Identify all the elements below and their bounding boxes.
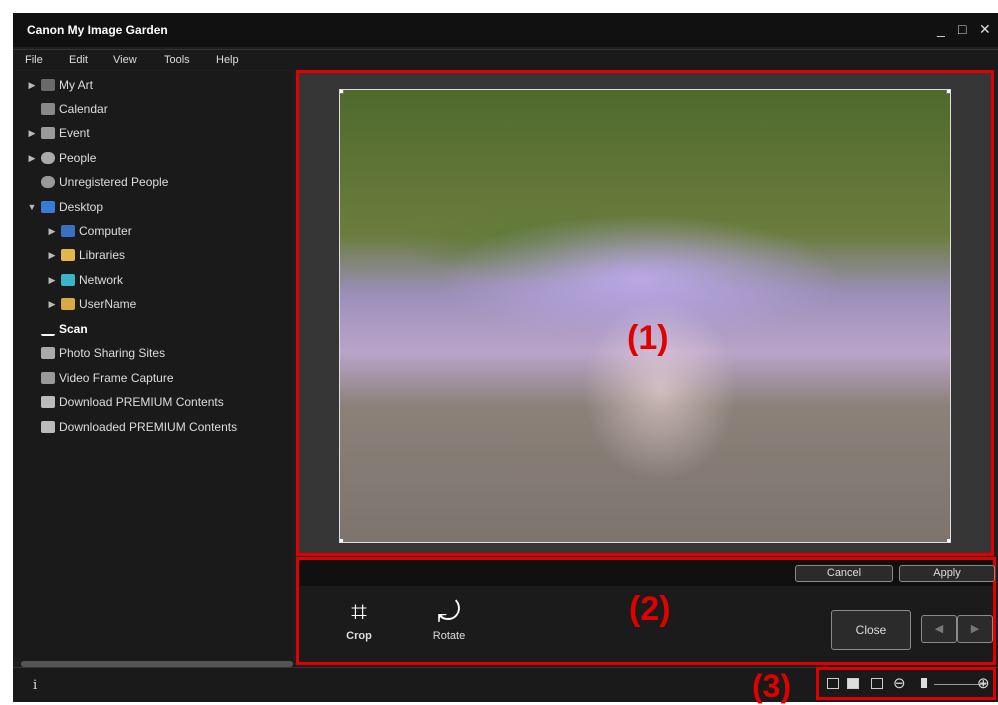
tree-label: Downloaded PREMIUM Contents <box>59 420 238 434</box>
edit-panel: Cancel Apply ⌗ Crop ⤾ Rotate (2) Close ◀… <box>296 557 996 665</box>
crop-icon: ⌗ <box>351 596 367 627</box>
tree-item-libraries[interactable]: ▶ Libraries <box>47 245 126 265</box>
crop-label: Crop <box>346 630 372 642</box>
people-icon <box>41 152 55 164</box>
callout-2: (2) <box>629 590 671 628</box>
rotate-label: Rotate <box>432 630 466 642</box>
tree-label: Photo Sharing Sites <box>59 346 166 360</box>
tree-item-computer[interactable]: ▶ Computer <box>47 221 132 241</box>
rotate-icon: ⤾ <box>437 596 461 627</box>
tree-label: My Art <box>59 78 94 92</box>
menu-bar: File Edit View Tools Help <box>13 49 998 70</box>
tree-label: Scan <box>59 322 88 336</box>
crop-handle-bottom-left[interactable] <box>340 538 344 542</box>
tree-item-downloaded-premium[interactable]: Downloaded PREMIUM Contents <box>41 417 237 437</box>
scan-icon <box>41 322 55 336</box>
expand-arrow-icon[interactable]: ▶ <box>47 299 57 310</box>
tree-item-video-frame[interactable]: Video Frame Capture <box>41 368 174 388</box>
computer-icon <box>61 225 75 237</box>
minimize-button[interactable]: _ <box>937 21 945 37</box>
cancel-button[interactable]: Cancel <box>795 565 893 582</box>
rotate-tool[interactable]: ⤾ Rotate <box>419 594 479 642</box>
unregistered-people-icon <box>41 176 55 188</box>
user-folder-icon <box>61 298 75 310</box>
tree-label: Calendar <box>59 102 108 116</box>
collapse-arrow-icon[interactable]: ▼ <box>27 202 37 212</box>
zoom-in-icon[interactable]: ⊕ <box>977 674 990 692</box>
tree-label: Unregistered People <box>59 175 169 189</box>
network-icon <box>61 274 75 286</box>
tree-item-people[interactable]: ▶ People <box>27 148 97 168</box>
tree-label: UserName <box>79 297 137 311</box>
next-image-button[interactable]: ▶ <box>957 615 993 643</box>
menu-tools[interactable]: Tools <box>164 54 190 66</box>
expand-arrow-icon[interactable]: ▶ <box>47 250 57 261</box>
crop-handle-top-left[interactable] <box>340 90 344 94</box>
tree-label: People <box>59 151 97 165</box>
zoom-controls: ⊖ ⊕ <box>816 667 996 700</box>
tree-item-network[interactable]: ▶ Network <box>47 270 123 290</box>
calendar-icon <box>41 103 55 115</box>
apply-button[interactable]: Apply <box>899 565 995 582</box>
libraries-icon <box>61 249 75 261</box>
tree-item-unregistered-people[interactable]: Unregistered People <box>41 172 168 192</box>
list-view-icon[interactable] <box>827 678 839 689</box>
tree-item-photo-sharing[interactable]: Photo Sharing Sites <box>41 343 165 363</box>
zoom-out-icon[interactable]: ⊖ <box>893 674 906 692</box>
tree-label: Libraries <box>79 248 126 262</box>
downloaded-premium-icon <box>41 421 55 433</box>
info-icon[interactable]: i <box>33 678 37 693</box>
expand-arrow-icon[interactable]: ▶ <box>27 153 37 164</box>
expand-arrow-icon[interactable]: ▶ <box>27 128 37 139</box>
my-art-icon <box>41 79 55 91</box>
prev-image-button[interactable]: ◀ <box>921 615 957 643</box>
tree-label: Computer <box>79 224 132 238</box>
tree-label: Download PREMIUM Contents <box>59 395 224 409</box>
event-icon <box>41 127 55 139</box>
navigation-tree: ▶ My Art Calendar ▶ Event ▶ People Unreg… <box>13 71 293 661</box>
menu-view[interactable]: View <box>113 54 137 66</box>
full-screen-icon[interactable] <box>871 678 883 689</box>
crop-handle-top-right[interactable] <box>946 90 950 94</box>
window-title: Canon My Image Garden <box>27 23 168 37</box>
tree-item-calendar[interactable]: Calendar <box>41 99 108 119</box>
menu-edit[interactable]: Edit <box>69 54 88 66</box>
tree-item-desktop[interactable]: ▼ Desktop <box>27 197 104 217</box>
video-frame-icon <box>41 372 55 384</box>
title-bar: Canon My Image Garden _ □ ✕ <box>13 13 998 47</box>
tree-label: Event <box>59 126 90 140</box>
expand-arrow-icon[interactable]: ▶ <box>27 80 37 91</box>
callout-3: (3) <box>752 668 792 704</box>
tree-item-event[interactable]: ▶ Event <box>27 123 90 143</box>
edit-panel-header: Cancel Apply <box>299 560 995 586</box>
menu-help[interactable]: Help <box>216 54 239 66</box>
crop-handle-bottom-right[interactable] <box>946 538 950 542</box>
tree-item-username[interactable]: ▶ UserName <box>47 294 137 314</box>
close-button[interactable]: Close <box>831 610 911 650</box>
crop-tool[interactable]: ⌗ Crop <box>329 594 389 642</box>
image-preview-area: (1) <box>296 70 994 556</box>
callout-1: (1) <box>627 319 669 357</box>
expand-arrow-icon[interactable]: ▶ <box>47 226 57 237</box>
photo-sharing-icon <box>41 347 55 359</box>
menu-file[interactable]: File <box>25 54 43 66</box>
details-view-icon[interactable] <box>847 678 859 689</box>
tree-item-scan[interactable]: Scan <box>41 319 88 339</box>
close-window-button[interactable]: ✕ <box>979 21 991 38</box>
tree-label: Video Frame Capture <box>59 371 174 385</box>
tree-item-download-premium[interactable]: Download PREMIUM Contents <box>41 392 224 412</box>
expand-arrow-icon[interactable]: ▶ <box>47 275 57 286</box>
desktop-icon <box>41 201 55 213</box>
download-premium-icon <box>41 396 55 408</box>
tree-label: Network <box>79 273 124 287</box>
preview-photo[interactable] <box>339 89 951 543</box>
tree-label: Desktop <box>59 200 104 214</box>
tree-item-my-art[interactable]: ▶ My Art <box>27 75 93 95</box>
maximize-button[interactable]: □ <box>958 21 966 37</box>
zoom-slider-thumb[interactable] <box>921 678 927 688</box>
